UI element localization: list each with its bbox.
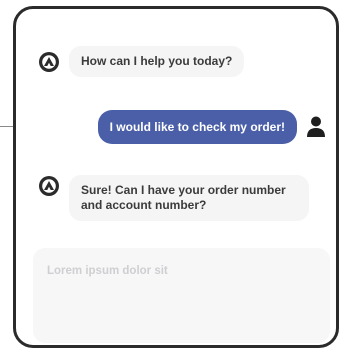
bot-avatar-icon (39, 51, 59, 72)
chat-window: How can I help you today? I would like t… (13, 6, 339, 348)
user-message-bubble: I would like to check my order! (97, 110, 297, 144)
user-message-row: I would like to check my order! (97, 110, 327, 144)
message-input[interactable]: Lorem ipsum dolor sit (33, 248, 330, 343)
user-avatar-icon (307, 116, 325, 137)
bot-avatar-icon (39, 176, 59, 196)
message-input-placeholder: Lorem ipsum dolor sit (47, 265, 168, 277)
bot-message-bubble: Sure! Can I have your order number and a… (69, 175, 309, 221)
bot-message-row: How can I help you today? (38, 46, 245, 77)
bot-message-row: Sure! Can I have your order number and a… (38, 175, 309, 221)
bot-message-bubble: How can I help you today? (69, 46, 245, 77)
